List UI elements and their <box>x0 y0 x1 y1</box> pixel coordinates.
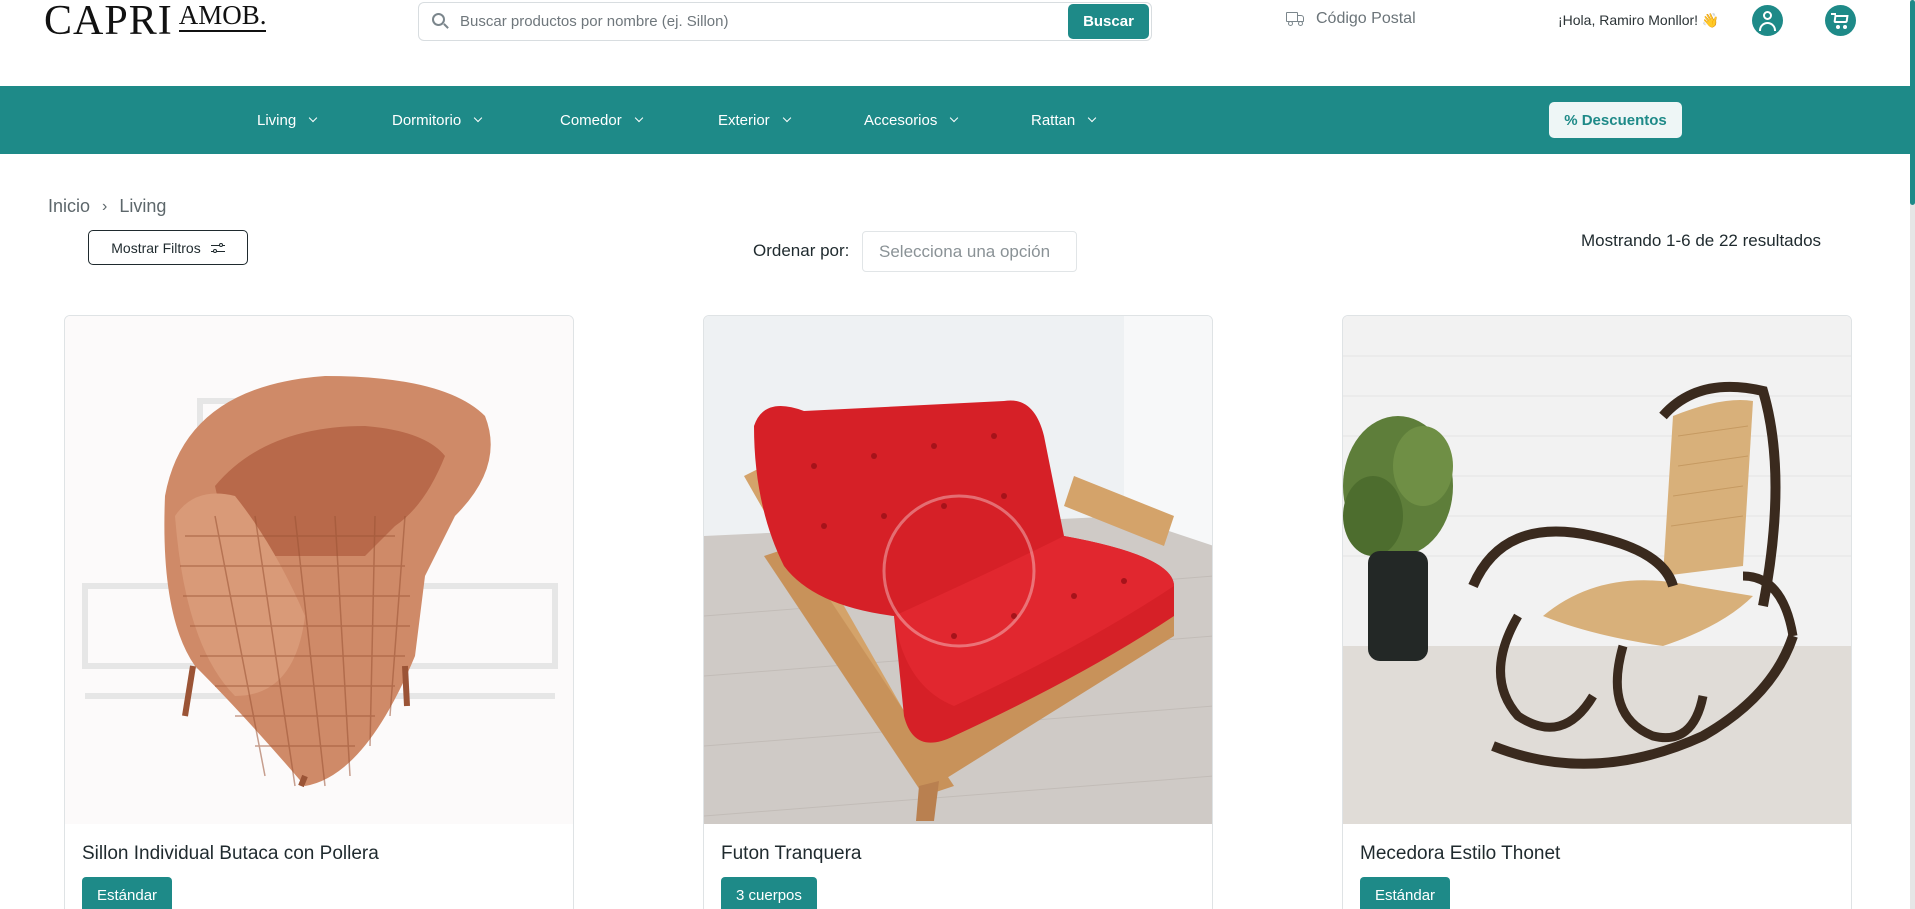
product-title[interactable]: Futon Tranquera <box>721 843 861 865</box>
search-bar: Buscar <box>418 2 1152 41</box>
show-filters-label: Mostrar Filtros <box>111 239 201 256</box>
discounts-button[interactable]: % Descuentos <box>1549 102 1682 138</box>
chevron-down-icon <box>634 113 643 123</box>
page-scrollbar[interactable] <box>1910 0 1915 909</box>
product-card[interactable]: Futon Tranquera 3 cuerpos <box>703 315 1213 909</box>
nav-item-label: Accesorios <box>864 111 938 129</box>
cart-button[interactable] <box>1825 5 1856 36</box>
nav-item-comedor[interactable]: Comedor <box>560 86 643 154</box>
category-nav: Living Dormitorio Comedor Exterior Acces… <box>0 86 1915 154</box>
show-filters-button[interactable]: Mostrar Filtros <box>88 230 248 265</box>
nav-item-rattan[interactable]: Rattan <box>1031 86 1097 154</box>
chevron-down-icon <box>1087 113 1097 123</box>
user-icon <box>1763 11 1772 20</box>
search-button[interactable]: Buscar <box>1068 4 1149 39</box>
results-count: Mostrando 1-6 de 22 resultados <box>1581 231 1822 250</box>
product-card[interactable]: Sillon Individual Butaca con Pollera Est… <box>64 315 574 909</box>
product-variant-tag[interactable]: Estándar <box>1360 877 1451 909</box>
breadcrumb-separator: › <box>102 197 108 215</box>
product-image[interactable] <box>65 316 573 824</box>
product-title[interactable]: Sillon Individual Butaca con Pollera <box>82 843 379 865</box>
postal-code-link[interactable]: Código Postal <box>1286 10 1416 28</box>
truck-icon <box>1286 12 1306 26</box>
chevron-down-icon <box>308 113 318 123</box>
nav-item-accesorios[interactable]: Accesorios <box>864 86 959 154</box>
search-icon <box>432 12 450 31</box>
site-header: CAPRI AMOB. Buscar Código Postal ¡Hola, … <box>0 0 1915 86</box>
breadcrumb-home[interactable]: Inicio <box>48 196 90 217</box>
search-input[interactable] <box>460 3 1068 40</box>
nav-item-dormitorio[interactable]: Dormitorio <box>392 86 483 154</box>
brand-logo[interactable]: CAPRI AMOB. <box>44 0 267 44</box>
user-account-button[interactable] <box>1752 5 1783 36</box>
postal-code-label: Código Postal <box>1316 10 1416 27</box>
nav-item-label: Exterior <box>718 111 770 129</box>
product-image[interactable] <box>704 316 1212 824</box>
nav-item-label: Dormitorio <box>392 111 462 129</box>
brand-sub: AMOB. <box>178 0 267 32</box>
breadcrumb: Inicio › Living <box>48 196 166 217</box>
product-card[interactable]: Mecedora Estilo Thonet Estándar <box>1342 315 1852 909</box>
nav-item-living[interactable]: Living <box>257 86 318 154</box>
cart-icon <box>1833 15 1849 23</box>
sliders-icon <box>210 242 225 254</box>
nav-item-label: Comedor <box>560 111 622 129</box>
breadcrumb-current: Living <box>119 196 167 216</box>
nav-item-exterior[interactable]: Exterior <box>718 86 791 154</box>
scrollbar-thumb[interactable] <box>1910 0 1915 205</box>
product-variant-tag[interactable]: 3 cuerpos <box>721 877 817 909</box>
user-greeting: ¡Hola, Ramiro Monllor! 👋 <box>1558 12 1720 28</box>
chevron-down-icon <box>473 113 483 123</box>
sort-label: Ordenar por: <box>753 241 850 260</box>
chevron-down-icon <box>782 113 791 123</box>
product-image[interactable] <box>1343 316 1851 824</box>
product-variant-tag[interactable]: Estándar <box>82 877 173 909</box>
nav-item-label: Rattan <box>1031 111 1076 129</box>
brand-name: CAPRI <box>44 0 173 44</box>
nav-item-label: Living <box>257 111 297 129</box>
chevron-down-icon <box>950 113 959 123</box>
sort-select[interactable]: Selecciona una opción <box>862 231 1077 272</box>
product-title[interactable]: Mecedora Estilo Thonet <box>1360 843 1560 865</box>
